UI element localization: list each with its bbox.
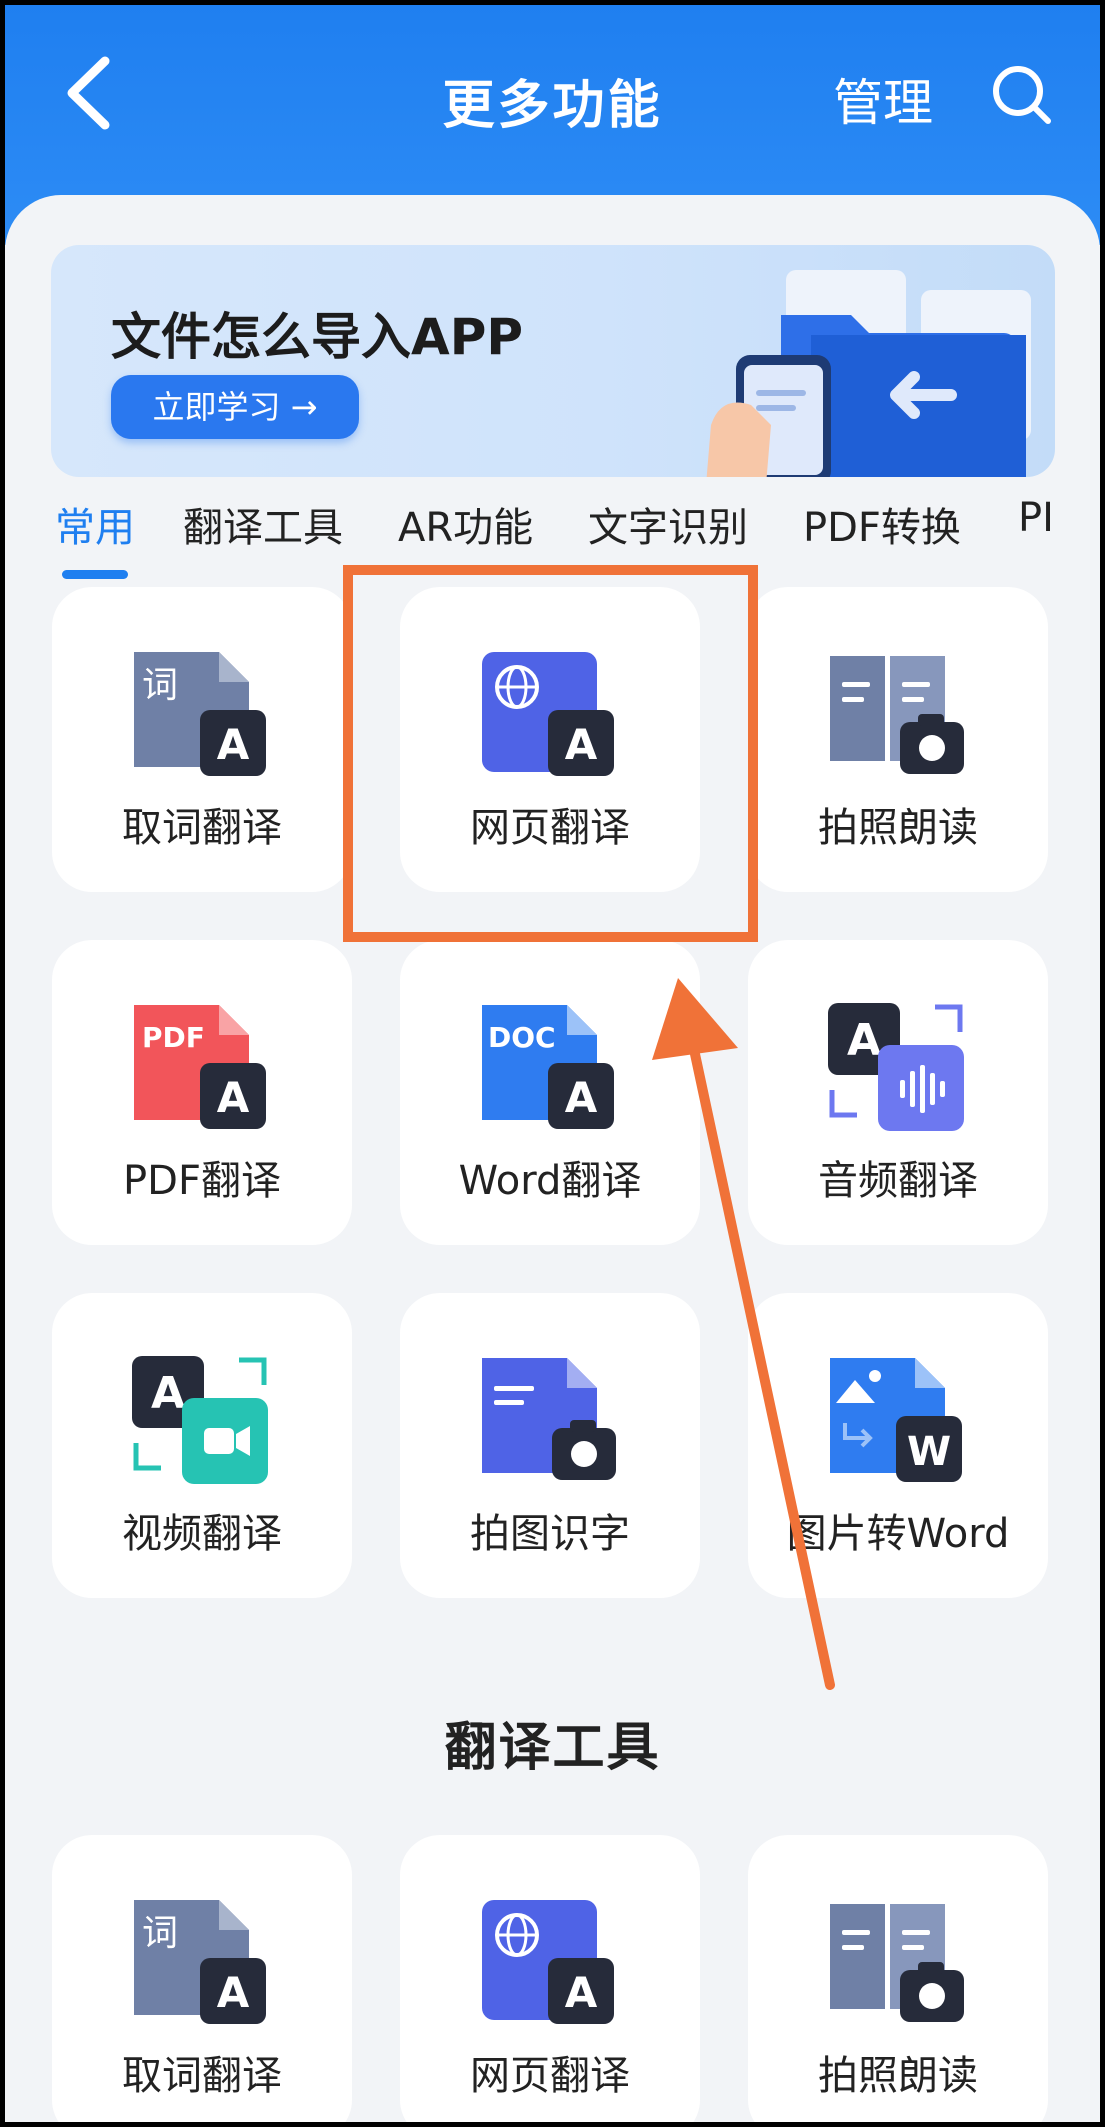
svg-text:A: A: [565, 1968, 598, 2017]
feature-label: 网页翻译: [470, 2053, 630, 2099]
video-translate-icon: A: [132, 1356, 268, 1484]
feature-photo-ocr[interactable]: 拍图识字: [400, 1293, 700, 1598]
photo-read-aloud-icon: [830, 656, 964, 774]
feature-label: 图片转Word: [786, 1511, 1010, 1557]
feature-label: 取词翻译: [122, 2053, 282, 2099]
doc-translate-icon: DOC A: [482, 1005, 614, 1129]
feature-label: Word翻译: [458, 1158, 642, 1204]
photo-ocr-icon: [482, 1358, 616, 1480]
feature-label: 拍图识字: [470, 1511, 630, 1557]
tab-ocr[interactable]: 文字识别: [588, 495, 748, 553]
svg-text:A: A: [151, 1368, 185, 1419]
feature-video-translate[interactable]: A 视频翻译: [52, 1293, 352, 1598]
svg-text:A: A: [847, 1015, 881, 1066]
word-pick-translate-icon: 词 A: [134, 1900, 266, 2024]
tab-pdf-convert[interactable]: PDF转换: [803, 495, 961, 553]
section-title-translate-tools: 翻译工具: [444, 1718, 661, 1778]
tab-more[interactable]: PI: [1018, 495, 1054, 541]
feature-label: 取词翻译: [122, 805, 282, 851]
svg-text:PDF: PDF: [142, 1021, 205, 1054]
pdf-translate-icon: PDF A: [134, 1005, 266, 1129]
feature-label: 音频翻译: [818, 1158, 978, 1204]
feature-label: PDF翻译: [123, 1158, 281, 1204]
feature-label: 网页翻译: [470, 805, 630, 851]
tab-ar[interactable]: AR功能: [398, 495, 533, 553]
app-screen: 更多功能 管理 文件怎么导入APP 立即学习 → 常用 翻译工具 AR功能 文字…: [5, 5, 1100, 2122]
feature-label: 拍照朗读: [818, 2053, 978, 2099]
audio-translate-icon: A: [828, 1003, 964, 1131]
svg-text:A: A: [217, 1968, 250, 2017]
tool-webpage-translate[interactable]: A 网页翻译: [400, 1835, 700, 2122]
folder-import-illustration: [706, 270, 1031, 477]
tool-word-pick-translate[interactable]: 词 A 取词翻译: [52, 1835, 352, 2122]
feature-image-to-word[interactable]: W 图片转Word: [748, 1293, 1048, 1598]
feature-audio-translate[interactable]: A 音频翻译: [748, 940, 1048, 1245]
page-title: 更多功能: [442, 76, 663, 136]
banner-title: 文件怎么导入APP: [111, 308, 523, 366]
webpage-translate-icon: A: [482, 1900, 614, 2024]
photo-read-aloud-icon: [830, 1904, 964, 2022]
category-tabs: 常用 翻译工具 AR功能 文字识别 PDF转换 PI: [5, 495, 1100, 575]
svg-text:A: A: [217, 720, 250, 769]
learn-now-button[interactable]: 立即学习 →: [111, 375, 359, 439]
svg-text:A: A: [565, 720, 598, 769]
word-pick-translate-icon: 词 A: [134, 652, 266, 776]
tool-photo-read-aloud[interactable]: 拍照朗读: [748, 1835, 1048, 2122]
import-guide-banner[interactable]: 文件怎么导入APP 立即学习 →: [51, 245, 1055, 477]
search-icon[interactable]: [990, 63, 1054, 127]
image-to-word-icon: W: [830, 1358, 962, 1482]
svg-text:DOC: DOC: [488, 1021, 556, 1054]
tab-translate-tools[interactable]: 翻译工具: [183, 495, 343, 553]
manage-button[interactable]: 管理: [833, 63, 933, 135]
svg-text:词: 词: [142, 1913, 178, 1954]
svg-text:W: W: [907, 1429, 951, 1475]
feature-word-pick-translate[interactable]: 词 A 取词翻译: [52, 587, 352, 892]
active-tab-indicator: [62, 570, 128, 579]
content-panel: 文件怎么导入APP 立即学习 → 常用 翻译工具 AR功能 文字识别 PDF转换…: [5, 195, 1100, 2122]
svg-text:词: 词: [142, 665, 178, 706]
svg-text:A: A: [565, 1073, 598, 1122]
feature-word-translate[interactable]: DOC A Word翻译: [400, 940, 700, 1245]
feature-label: 拍照朗读: [818, 805, 978, 851]
feature-pdf-translate[interactable]: PDF A PDF翻译: [52, 940, 352, 1245]
feature-label: 视频翻译: [122, 1511, 282, 1557]
feature-webpage-translate[interactable]: A 网页翻译: [400, 587, 700, 892]
feature-photo-read-aloud[interactable]: 拍照朗读: [748, 587, 1048, 892]
svg-text:A: A: [217, 1073, 250, 1122]
webpage-translate-icon: A: [482, 652, 614, 776]
tab-common[interactable]: 常用: [55, 495, 135, 553]
